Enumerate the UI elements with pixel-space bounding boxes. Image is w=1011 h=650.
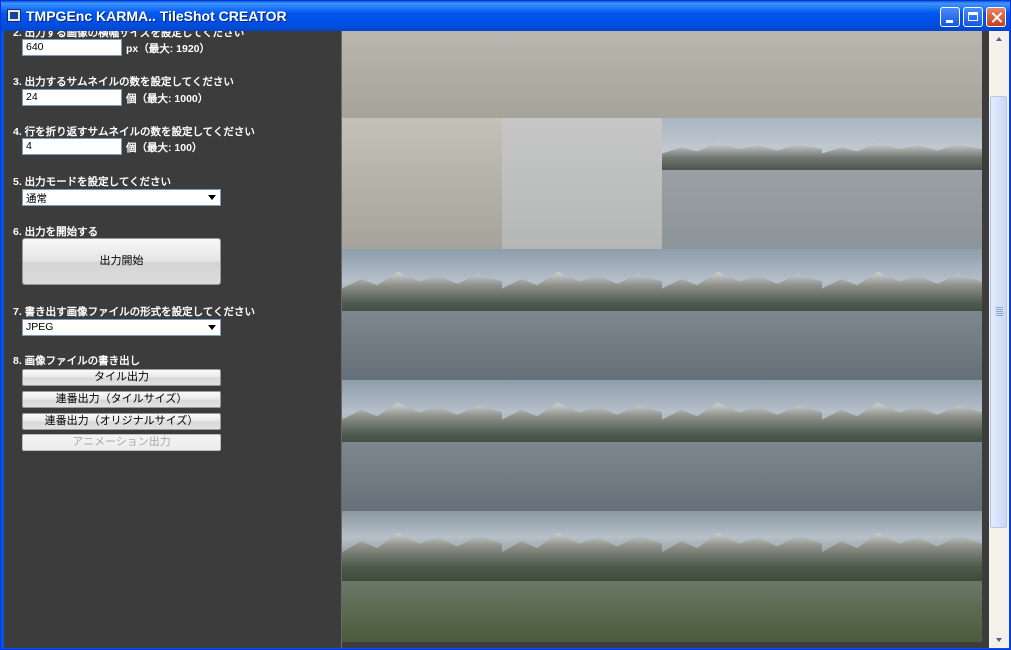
thumbnail-count-unit: 個（最大: 1000） (126, 93, 209, 105)
thumbnail-tile[interactable] (662, 31, 822, 118)
client-area: 2. 出力する画像の横幅サイズを設定してください 640 px（最大: 1920… (4, 31, 1009, 648)
thumbnail-tile[interactable] (342, 380, 502, 511)
thumbnail-tile[interactable] (662, 380, 822, 511)
thumbnail-tile[interactable] (502, 249, 662, 380)
thumbnail-tile[interactable] (822, 118, 982, 249)
cloud-layer (822, 311, 982, 380)
cloud-layer (662, 170, 822, 249)
thumbnail-tile[interactable] (502, 511, 662, 642)
thumbnail-count-input[interactable]: 24 (22, 89, 122, 106)
grip-icon (996, 307, 1003, 316)
vertical-scrollbar[interactable] (989, 31, 1009, 648)
thumbnail-tile[interactable] (822, 511, 982, 642)
sequential-original-size-button[interactable]: 連番出力（オリジナルサイズ） (22, 413, 221, 430)
thumbnail-image (342, 31, 502, 118)
app-window: TMPGEnc KARMA.. TileShot CREATOR 2. 出力する… (0, 0, 1011, 650)
thumbnail-tile[interactable] (822, 249, 982, 380)
tile-output-button[interactable]: タイル出力 (22, 369, 221, 386)
step7-label: 7. 書き出す画像ファイルの形式を設定してください (13, 306, 256, 318)
step8-label: 8. 画像ファイルの書き出し (13, 355, 141, 367)
cloud-layer (822, 442, 982, 511)
thumbnail-tile[interactable] (342, 118, 502, 249)
file-format-select[interactable]: JPEG (22, 319, 221, 336)
thumbnail-tile[interactable] (822, 380, 982, 511)
cloud-layer (502, 581, 662, 642)
cloud-layer (502, 311, 662, 380)
width-input[interactable]: 640 (22, 39, 122, 56)
step5-label: 5. 出力モードを設定してください (13, 176, 172, 188)
thumbnail-tile[interactable] (502, 31, 662, 118)
maximize-button[interactable] (963, 7, 983, 27)
file-format-value: JPEG (26, 321, 54, 333)
thumbnail-tile[interactable] (502, 380, 662, 511)
title-bar[interactable]: TMPGEnc KARMA.. TileShot CREATOR (1, 1, 1010, 31)
output-mode-select[interactable]: 通常 (22, 189, 221, 206)
width-unit: px（最大: 1920） (126, 43, 211, 55)
thumbnail-tile[interactable] (342, 511, 502, 642)
thumbnail-image (502, 118, 662, 249)
cloud-layer (342, 311, 502, 380)
cloud-layer (822, 581, 982, 642)
start-output-button[interactable]: 出力開始 (22, 238, 221, 285)
cloud-layer (662, 442, 822, 511)
thumbnail-tile[interactable] (662, 511, 822, 642)
scroll-up-button[interactable] (989, 31, 1009, 47)
tile-preview-area[interactable] (341, 31, 984, 648)
cloud-layer (342, 581, 502, 642)
chevron-down-icon (208, 195, 216, 200)
close-button[interactable] (986, 7, 1006, 27)
thumbnail-image (822, 31, 982, 118)
wrap-count-input[interactable]: 4 (22, 138, 122, 155)
cloud-layer (662, 581, 822, 642)
cloud-layer (822, 170, 982, 249)
thumbnail-tile[interactable] (662, 118, 822, 249)
cloud-layer (502, 442, 662, 511)
animation-output-button[interactable]: アニメーション出力 (22, 434, 221, 451)
thumbnail-image (662, 31, 822, 118)
chevron-down-icon (208, 325, 216, 330)
cloud-layer (342, 442, 502, 511)
sequential-tile-size-button[interactable]: 連番出力（タイルサイズ） (22, 391, 221, 408)
thumbnail-tile[interactable] (662, 249, 822, 380)
settings-panel: 2. 出力する画像の横幅サイズを設定してください 640 px（最大: 1920… (4, 31, 341, 648)
step3-label: 3. 出力するサムネイルの数を設定してください (13, 76, 234, 88)
window-title: TMPGEnc KARMA.. TileShot CREATOR (26, 8, 287, 24)
thumbnail-tile[interactable] (342, 31, 502, 118)
scroll-thumb[interactable] (990, 96, 1007, 528)
thumbnail-tile[interactable] (502, 118, 662, 249)
thumbnail-image (502, 31, 662, 118)
step4-label: 4. 行を折り返すサムネイルの数を設定してください (13, 126, 255, 138)
output-mode-value: 通常 (26, 193, 47, 205)
thumbnail-tile[interactable] (822, 31, 982, 118)
wrap-count-unit: 個（最大: 100） (126, 142, 203, 154)
thumbnail-tile[interactable] (342, 249, 502, 380)
scroll-down-button[interactable] (989, 632, 1009, 648)
step6-label: 6. 出力を開始する (13, 226, 99, 238)
minimize-button[interactable] (940, 7, 960, 27)
app-icon[interactable] (7, 9, 21, 22)
thumbnail-image (342, 118, 502, 249)
cloud-layer (662, 311, 822, 380)
